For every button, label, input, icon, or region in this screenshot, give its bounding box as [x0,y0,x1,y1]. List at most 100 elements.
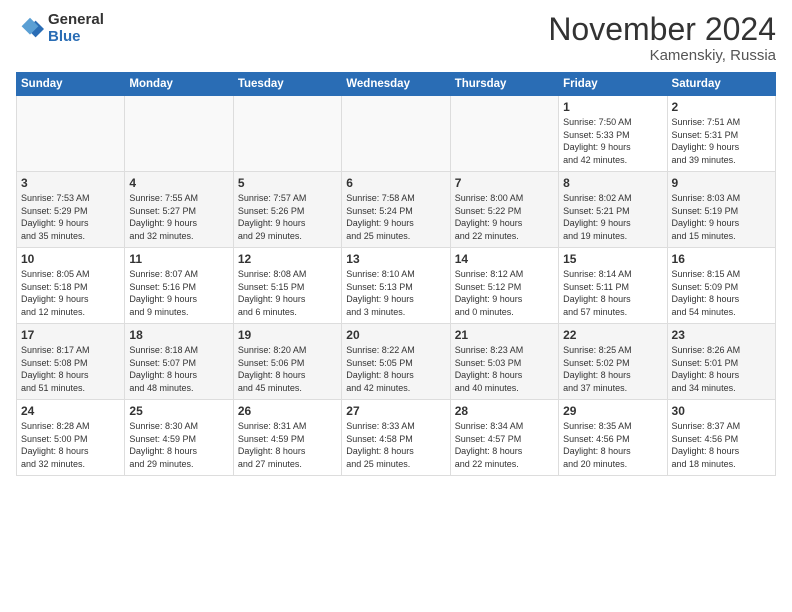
day-number: 4 [129,176,228,190]
calendar-cell: 14 Sunrise: 8:12 AM Sunset: 5:12 PM Dayli… [450,248,558,324]
day-detail: Sunrise: 8:00 AM Sunset: 5:22 PM Dayligh… [455,192,554,242]
header-thursday: Thursday [450,73,558,96]
day-detail: Sunrise: 7:55 AM Sunset: 5:27 PM Dayligh… [129,192,228,242]
day-number: 15 [563,252,662,266]
day-detail: Sunrise: 8:10 AM Sunset: 5:13 PM Dayligh… [346,268,445,318]
calendar-cell: 19 Sunrise: 8:20 AM Sunset: 5:06 PM Dayli… [233,324,341,400]
day-detail: Sunrise: 8:20 AM Sunset: 5:06 PM Dayligh… [238,344,337,394]
day-number: 1 [563,100,662,114]
day-number: 25 [129,404,228,418]
calendar-cell: 10 Sunrise: 8:05 AM Sunset: 5:18 PM Dayli… [17,248,125,324]
calendar-cell [450,96,558,172]
day-number: 20 [346,328,445,342]
day-detail: Sunrise: 8:33 AM Sunset: 4:58 PM Dayligh… [346,420,445,470]
day-number: 5 [238,176,337,190]
day-number: 26 [238,404,337,418]
calendar-cell: 18 Sunrise: 8:18 AM Sunset: 5:07 PM Dayli… [125,324,233,400]
day-number: 11 [129,252,228,266]
day-detail: Sunrise: 8:05 AM Sunset: 5:18 PM Dayligh… [21,268,120,318]
calendar-cell: 1 Sunrise: 7:50 AM Sunset: 5:33 PM Daylig… [559,96,667,172]
calendar-cell: 29 Sunrise: 8:35 AM Sunset: 4:56 PM Dayli… [559,400,667,476]
header-monday: Monday [125,73,233,96]
calendar-cell: 9 Sunrise: 8:03 AM Sunset: 5:19 PM Daylig… [667,172,775,248]
day-detail: Sunrise: 8:15 AM Sunset: 5:09 PM Dayligh… [672,268,771,318]
day-number: 24 [21,404,120,418]
header-tuesday: Tuesday [233,73,341,96]
day-detail: Sunrise: 8:37 AM Sunset: 4:56 PM Dayligh… [672,420,771,470]
day-detail: Sunrise: 8:26 AM Sunset: 5:01 PM Dayligh… [672,344,771,394]
calendar-cell: 8Sunrise: 8:02 AM Sunset: 5:21 PM Daylig… [559,172,667,248]
day-number: 22 [563,328,662,342]
calendar-cell: 24 Sunrise: 8:28 AM Sunset: 5:00 PM Dayli… [17,400,125,476]
week-row-1: 3Sunrise: 7:53 AM Sunset: 5:29 PM Daylig… [17,172,776,248]
calendar-cell: 11Sunrise: 8:07 AM Sunset: 5:16 PM Dayli… [125,248,233,324]
day-detail: Sunrise: 8:03 AM Sunset: 5:19 PM Dayligh… [672,192,771,242]
logo-icon [16,15,44,43]
calendar-table: SundayMondayTuesdayWednesdayThursdayFrid… [16,72,776,476]
day-number: 14 [455,252,554,266]
calendar-cell: 6 Sunrise: 7:58 AM Sunset: 5:24 PM Daylig… [342,172,450,248]
calendar-cell: 2Sunrise: 7:51 AM Sunset: 5:31 PM Daylig… [667,96,775,172]
calendar-header: SundayMondayTuesdayWednesdayThursdayFrid… [17,73,776,96]
calendar-cell [17,96,125,172]
calendar-cell: 5Sunrise: 7:57 AM Sunset: 5:26 PM Daylig… [233,172,341,248]
logo-text: General Blue [48,12,104,45]
calendar-cell [125,96,233,172]
calendar-cell: 16 Sunrise: 8:15 AM Sunset: 5:09 PM Dayli… [667,248,775,324]
day-number: 30 [672,404,771,418]
day-number: 23 [672,328,771,342]
calendar-cell: 17Sunrise: 8:17 AM Sunset: 5:08 PM Dayli… [17,324,125,400]
day-detail: Sunrise: 8:30 AM Sunset: 4:59 PM Dayligh… [129,420,228,470]
day-detail: Sunrise: 8:28 AM Sunset: 5:00 PM Dayligh… [21,420,120,470]
day-detail: Sunrise: 8:12 AM Sunset: 5:12 PM Dayligh… [455,268,554,318]
calendar-cell: 20Sunrise: 8:22 AM Sunset: 5:05 PM Dayli… [342,324,450,400]
day-detail: Sunrise: 8:23 AM Sunset: 5:03 PM Dayligh… [455,344,554,394]
location: Kamenskiy, Russia [548,47,776,64]
header-friday: Friday [559,73,667,96]
day-number: 29 [563,404,662,418]
page-header: General Blue November 2024 Kamenskiy, Ru… [16,12,776,64]
day-number: 13 [346,252,445,266]
calendar-cell: 22 Sunrise: 8:25 AM Sunset: 5:02 PM Dayli… [559,324,667,400]
title-block: November 2024 Kamenskiy, Russia [548,12,776,64]
calendar-cell [342,96,450,172]
day-detail: Sunrise: 8:25 AM Sunset: 5:02 PM Dayligh… [563,344,662,394]
day-detail: Sunrise: 8:31 AM Sunset: 4:59 PM Dayligh… [238,420,337,470]
day-detail: Sunrise: 8:35 AM Sunset: 4:56 PM Dayligh… [563,420,662,470]
header-saturday: Saturday [667,73,775,96]
logo-general-text: General [48,12,104,29]
day-detail: Sunrise: 8:08 AM Sunset: 5:15 PM Dayligh… [238,268,337,318]
day-number: 9 [672,176,771,190]
day-detail: Sunrise: 8:14 AM Sunset: 5:11 PM Dayligh… [563,268,662,318]
calendar-cell: 25 Sunrise: 8:30 AM Sunset: 4:59 PM Dayli… [125,400,233,476]
calendar-cell [233,96,341,172]
week-row-2: 10 Sunrise: 8:05 AM Sunset: 5:18 PM Dayli… [17,248,776,324]
day-detail: Sunrise: 8:18 AM Sunset: 5:07 PM Dayligh… [129,344,228,394]
day-number: 27 [346,404,445,418]
header-wednesday: Wednesday [342,73,450,96]
day-number: 18 [129,328,228,342]
day-number: 7 [455,176,554,190]
day-number: 10 [21,252,120,266]
header-row: SundayMondayTuesdayWednesdayThursdayFrid… [17,73,776,96]
calendar-cell: 12 Sunrise: 8:08 AM Sunset: 5:15 PM Dayli… [233,248,341,324]
calendar-cell: 30 Sunrise: 8:37 AM Sunset: 4:56 PM Dayli… [667,400,775,476]
logo-blue-text: Blue [48,29,104,46]
day-detail: Sunrise: 7:58 AM Sunset: 5:24 PM Dayligh… [346,192,445,242]
day-number: 17 [21,328,120,342]
day-detail: Sunrise: 7:53 AM Sunset: 5:29 PM Dayligh… [21,192,120,242]
day-number: 16 [672,252,771,266]
day-detail: Sunrise: 7:50 AM Sunset: 5:33 PM Dayligh… [563,116,662,166]
day-detail: Sunrise: 8:34 AM Sunset: 4:57 PM Dayligh… [455,420,554,470]
day-number: 28 [455,404,554,418]
calendar-cell: 26 Sunrise: 8:31 AM Sunset: 4:59 PM Dayli… [233,400,341,476]
day-number: 8 [563,176,662,190]
calendar-cell: 28 Sunrise: 8:34 AM Sunset: 4:57 PM Dayli… [450,400,558,476]
week-row-4: 24 Sunrise: 8:28 AM Sunset: 5:00 PM Dayli… [17,400,776,476]
day-number: 12 [238,252,337,266]
calendar-cell: 15 Sunrise: 8:14 AM Sunset: 5:11 PM Dayli… [559,248,667,324]
header-sunday: Sunday [17,73,125,96]
day-number: 19 [238,328,337,342]
calendar-cell: 27 Sunrise: 8:33 AM Sunset: 4:58 PM Dayli… [342,400,450,476]
day-number: 6 [346,176,445,190]
